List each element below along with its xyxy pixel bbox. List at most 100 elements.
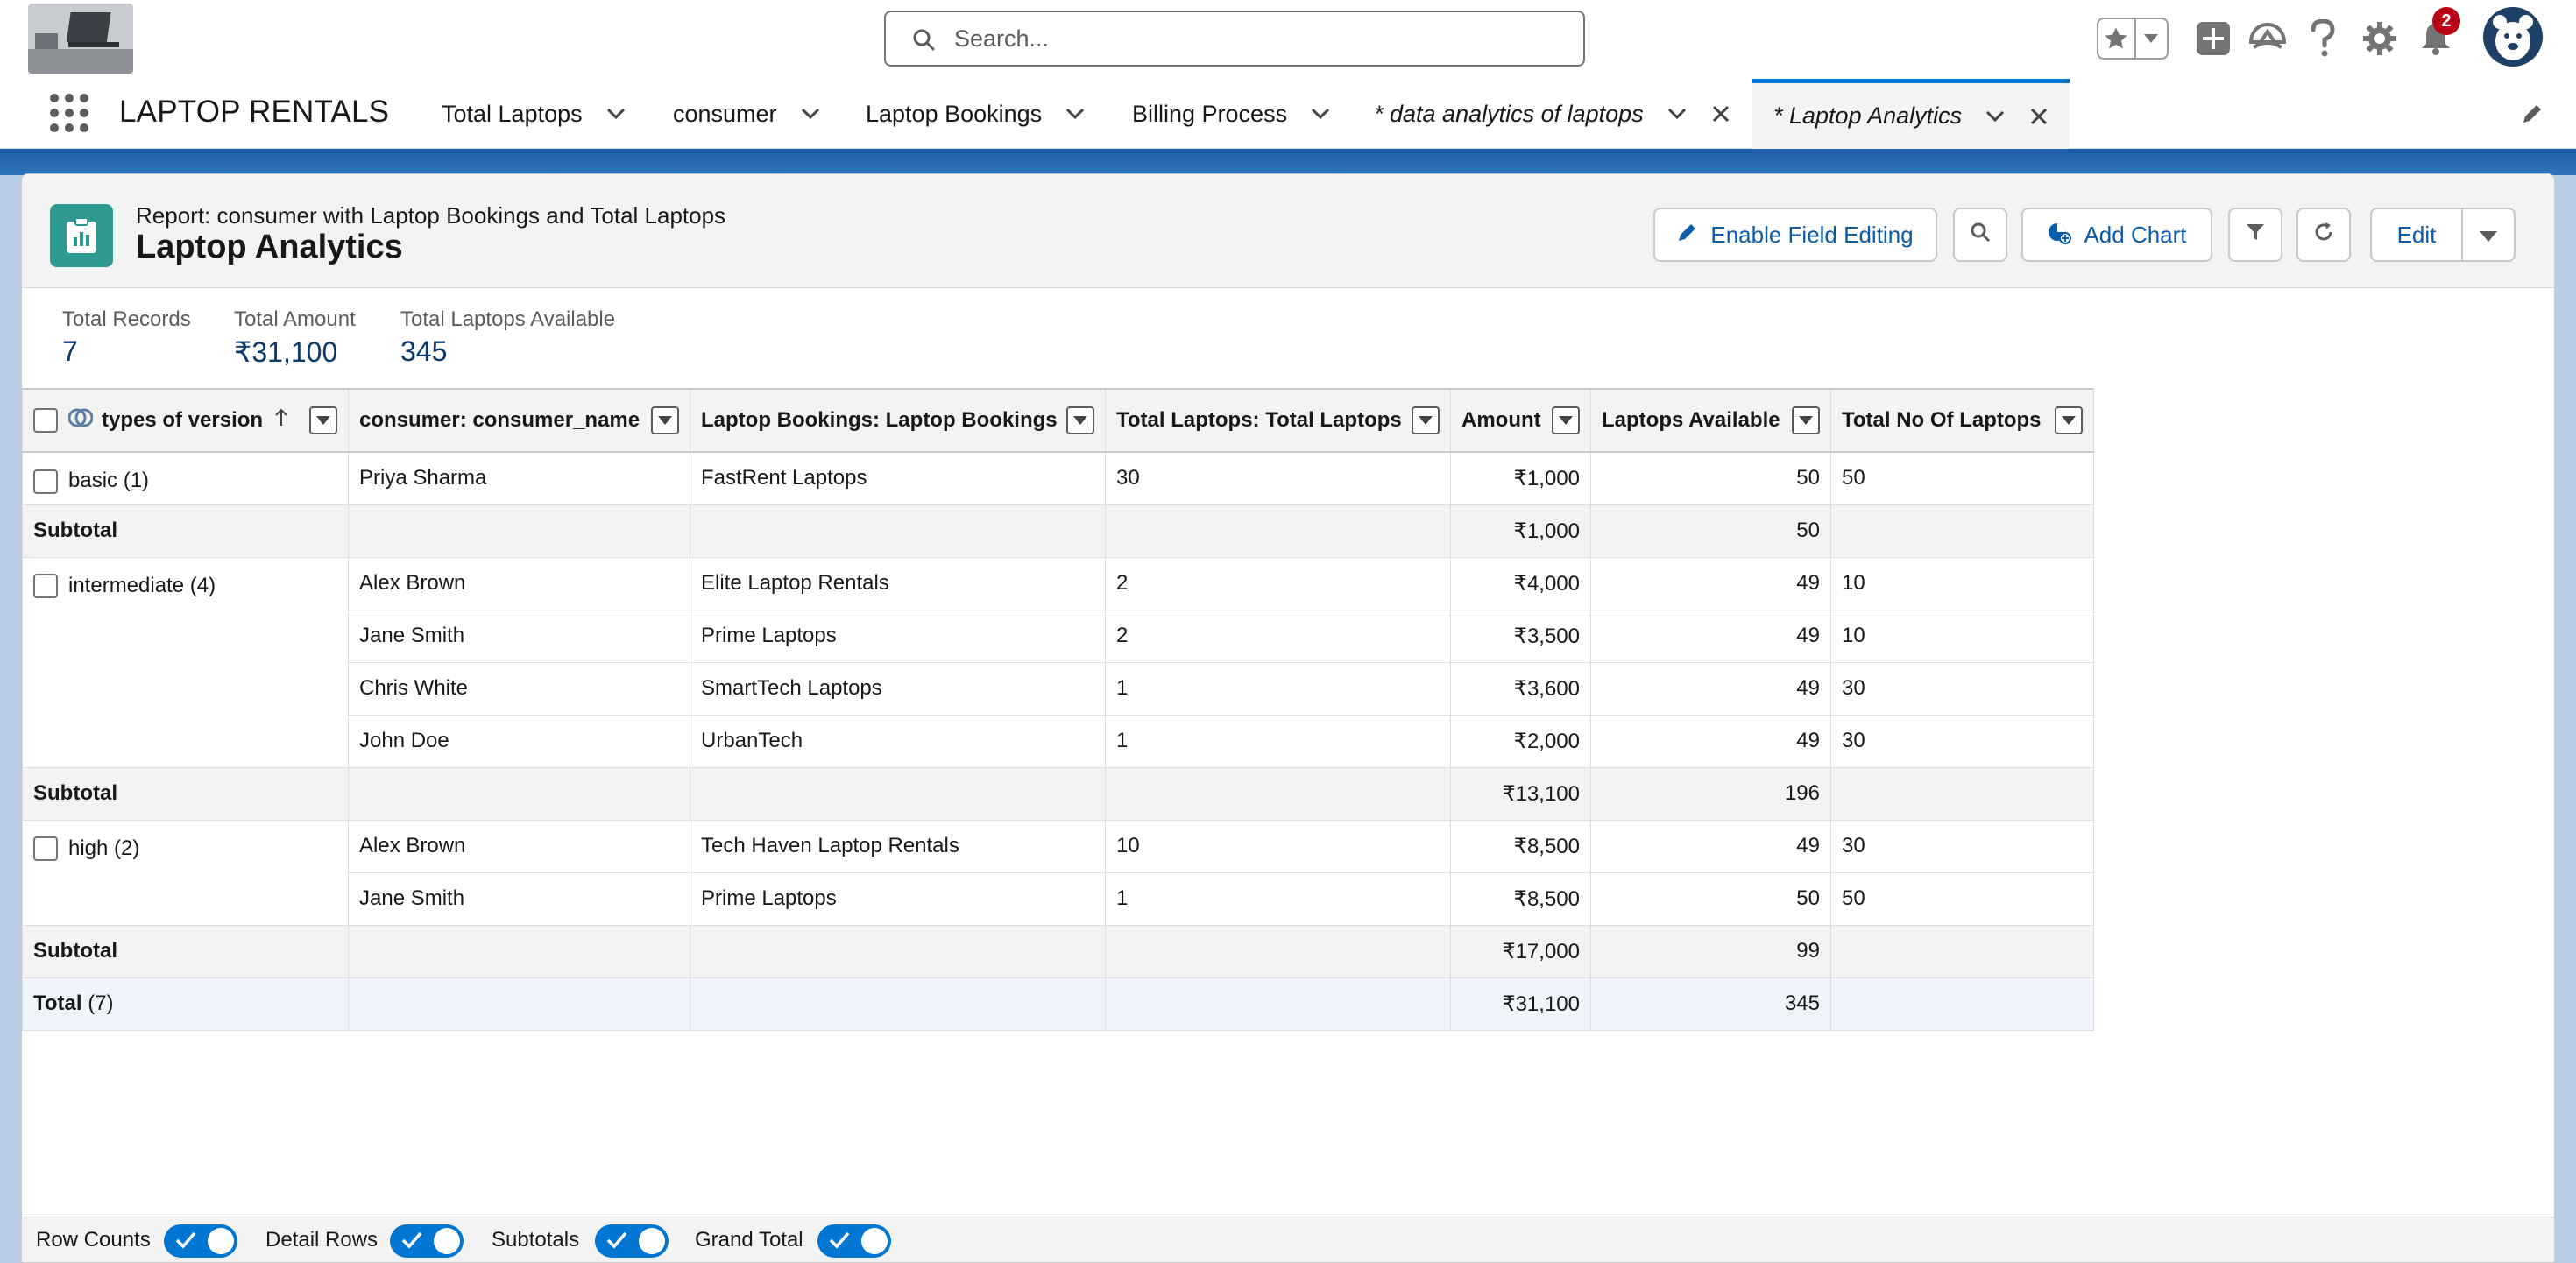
- consumer-link[interactable]: Jane Smith: [348, 871, 690, 926]
- tab-billing-process[interactable]: Billing Process: [1132, 79, 1333, 149]
- booking-link[interactable]: Elite Laptop Rentals: [690, 556, 1106, 610]
- tab-consumer[interactable]: consumer: [673, 79, 823, 149]
- refresh-button[interactable]: [2296, 208, 2351, 262]
- column-menu-icon[interactable]: [1412, 406, 1440, 434]
- edit-button[interactable]: Edit: [2370, 208, 2463, 262]
- column-header-laptop-bookings[interactable]: Laptop Bookings: Laptop Bookings: [690, 388, 1106, 453]
- column-menu-icon[interactable]: [309, 406, 337, 434]
- group-checkbox[interactable]: [33, 469, 58, 494]
- settings-gear-icon[interactable]: [2360, 19, 2399, 58]
- total-laptops-link[interactable]: 1: [1105, 714, 1451, 768]
- table-row: high (2) Alex Brown Tech Haven Laptop Re…: [22, 819, 2094, 926]
- grouping-icon[interactable]: [67, 406, 94, 435]
- booking-link[interactable]: FastRent Laptops: [690, 451, 1106, 505]
- booking-link[interactable]: Tech Haven Laptop Rentals: [690, 819, 1106, 873]
- column-header-total-no-of-laptops[interactable]: Total No Of Laptops: [1830, 388, 2094, 453]
- close-tab-icon[interactable]: [1709, 102, 1733, 126]
- total-no-link[interactable]: 30: [1830, 819, 2094, 873]
- amount-cell: ₹3,600: [1450, 661, 1591, 716]
- sort-ascending-icon[interactable]: [275, 408, 287, 433]
- column-header-laptops-available[interactable]: Laptops Available: [1590, 388, 1831, 453]
- close-tab-icon[interactable]: [2027, 104, 2051, 129]
- chevron-down-icon[interactable]: [1063, 102, 1087, 126]
- column-header-total-laptops[interactable]: Total Laptops: Total Laptops: [1105, 388, 1451, 453]
- consumer-link[interactable]: Alex Brown: [348, 556, 690, 610]
- column-header-consumer-name[interactable]: consumer: consumer_name: [348, 388, 690, 453]
- subtotal-row: Subtotal ₹1,000 50: [22, 504, 2094, 558]
- tab-laptop-bookings[interactable]: Laptop Bookings: [866, 79, 1087, 149]
- row-counts-label: Row Counts: [36, 1228, 151, 1252]
- trailhead-icon[interactable]: [2248, 21, 2287, 56]
- chevron-down-icon[interactable]: [604, 102, 628, 126]
- column-menu-icon[interactable]: [2055, 406, 2083, 434]
- total-laptops-link[interactable]: 2: [1105, 556, 1451, 610]
- column-menu-icon[interactable]: [1552, 406, 1580, 434]
- edit-nav-pencil-icon[interactable]: [2520, 102, 2544, 131]
- grand-total-label: Total (7): [22, 977, 349, 1031]
- add-chart-button[interactable]: Add Chart: [2021, 208, 2212, 262]
- column-header-types-of-version[interactable]: types of version: [22, 388, 349, 453]
- org-logo[interactable]: [28, 4, 133, 74]
- consumer-link[interactable]: Jane Smith: [348, 609, 690, 663]
- chevron-down-icon[interactable]: [798, 102, 823, 126]
- global-search[interactable]: [884, 11, 1585, 67]
- total-laptops-link[interactable]: 1: [1105, 661, 1451, 716]
- total-no-link[interactable]: 30: [1830, 661, 2094, 716]
- consumer-link[interactable]: Chris White: [348, 661, 690, 716]
- chevron-down-icon[interactable]: [1983, 104, 2007, 129]
- booking-link[interactable]: SmartTech Laptops: [690, 661, 1106, 716]
- favorites-dropdown-icon[interactable]: [2136, 19, 2167, 58]
- favorites-star-icon[interactable]: [2098, 19, 2136, 58]
- subtotal-available: 196: [1590, 766, 1831, 821]
- consumer-link[interactable]: Alex Brown: [348, 819, 690, 873]
- total-laptops-link[interactable]: 1: [1105, 871, 1451, 926]
- subtotals-label: Subtotals: [492, 1228, 580, 1252]
- help-icon[interactable]: [2308, 19, 2338, 58]
- total-no-link[interactable]: 50: [1830, 871, 2094, 926]
- chevron-down-icon[interactable]: [1308, 102, 1333, 126]
- enable-field-editing-button[interactable]: Enable Field Editing: [1653, 208, 1937, 262]
- summary-total-amount-value: ₹31,100: [234, 336, 338, 368]
- grand-total-toggle[interactable]: [817, 1224, 891, 1258]
- chevron-down-icon[interactable]: [1665, 102, 1689, 126]
- amount-cell: ₹8,500: [1450, 819, 1591, 873]
- subtotals-toggle[interactable]: [595, 1224, 669, 1258]
- filter-button[interactable]: [2228, 208, 2282, 262]
- detail-rows-toggle[interactable]: [390, 1224, 464, 1258]
- column-menu-icon[interactable]: [651, 406, 679, 434]
- total-no-link[interactable]: 10: [1830, 556, 2094, 610]
- column-menu-icon[interactable]: [1792, 406, 1820, 434]
- consumer-link[interactable]: Priya Sharma: [348, 451, 690, 505]
- empty-cell: [348, 504, 690, 558]
- total-laptops-link[interactable]: 2: [1105, 609, 1451, 663]
- edit-menu-dropdown[interactable]: [2461, 208, 2516, 262]
- total-no-link[interactable]: 10: [1830, 609, 2094, 663]
- total-laptops-link[interactable]: 30: [1105, 451, 1451, 505]
- consumer-link[interactable]: John Doe: [348, 714, 690, 768]
- tab-data-analytics-of-laptops[interactable]: * data analytics of laptops: [1374, 79, 1733, 149]
- select-all-checkbox[interactable]: [33, 408, 58, 433]
- empty-cell: [690, 766, 1106, 821]
- total-laptops-link[interactable]: 10: [1105, 819, 1451, 873]
- column-menu-icon[interactable]: [1066, 406, 1094, 434]
- global-actions-plus-icon[interactable]: [2196, 21, 2231, 56]
- empty-cell: [1105, 766, 1451, 821]
- app-launcher-icon[interactable]: [49, 93, 89, 133]
- booking-link[interactable]: Prime Laptops: [690, 871, 1106, 926]
- booking-link[interactable]: UrbanTech: [690, 714, 1106, 768]
- tab-total-laptops[interactable]: Total Laptops: [442, 79, 628, 149]
- tab-laptop-analytics[interactable]: * Laptop Analytics: [1752, 79, 2070, 149]
- total-no-link[interactable]: 30: [1830, 714, 2094, 768]
- total-no-link[interactable]: 50: [1830, 451, 2094, 505]
- column-header-amount[interactable]: Amount: [1450, 388, 1591, 453]
- search-input[interactable]: [952, 18, 1566, 60]
- search-report-button[interactable]: [1953, 208, 2007, 262]
- user-avatar[interactable]: [2481, 5, 2544, 68]
- group-checkbox[interactable]: [33, 836, 58, 862]
- row-counts-toggle[interactable]: [164, 1224, 237, 1258]
- summary-total-laptops-available-value: 345: [400, 335, 448, 367]
- add-chart-label: Add Chart: [2084, 221, 2187, 248]
- group-checkbox[interactable]: [33, 574, 58, 599]
- amount-cell: ₹2,000: [1450, 714, 1591, 768]
- booking-link[interactable]: Prime Laptops: [690, 609, 1106, 663]
